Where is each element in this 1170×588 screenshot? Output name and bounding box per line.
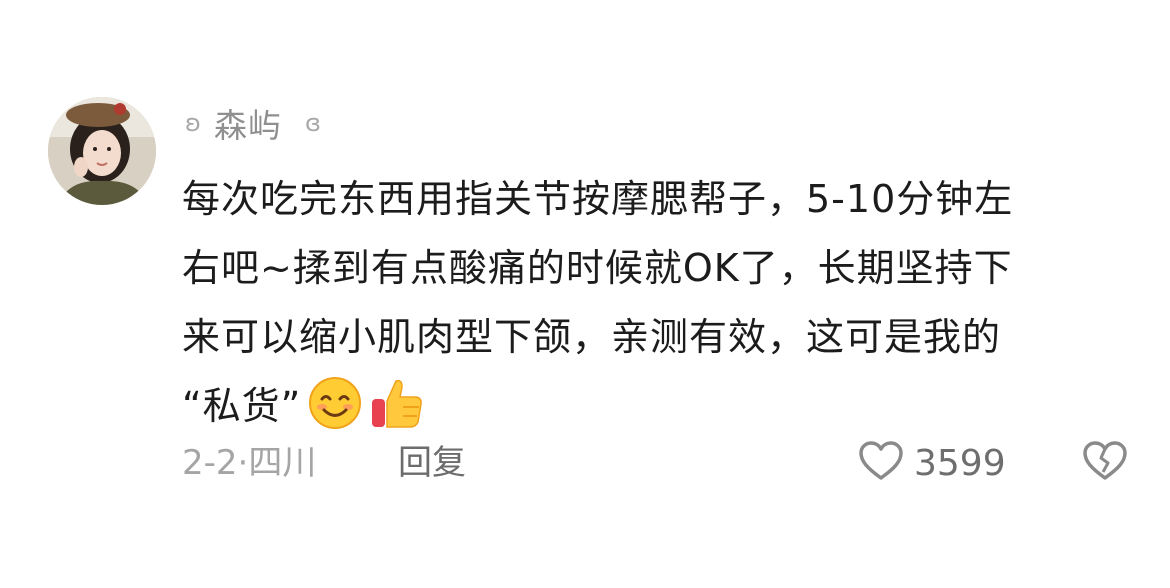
smiling-face-icon bbox=[307, 375, 363, 431]
comment-footer: 2-2·四川 回复 3599 bbox=[182, 438, 1132, 488]
comment-text: 每次吃完东西用指关节按摩腮帮子，5-10分钟左 右吧~揉到有点酸痛的时候就OK了… bbox=[182, 165, 1132, 441]
broken-heart-icon bbox=[1082, 440, 1128, 486]
badge-icon: ɞ bbox=[305, 109, 321, 137]
dislike-button[interactable] bbox=[1082, 438, 1128, 488]
comment-location: 四川 bbox=[248, 443, 317, 483]
comment-line: 来可以缩小肌肉型下颌，亲测有效，这可是我的 bbox=[182, 315, 1002, 359]
heart-icon bbox=[858, 440, 904, 486]
comment-line: “私货” bbox=[182, 384, 302, 428]
thumbs-up-icon bbox=[369, 375, 425, 431]
avatar[interactable] bbox=[48, 97, 156, 205]
like-button[interactable]: 3599 bbox=[858, 438, 1006, 488]
comment-line: 右吧~揉到有点酸痛的时候就OK了，长期坚持下 bbox=[182, 246, 1013, 290]
reply-button[interactable]: 回复 bbox=[398, 438, 466, 488]
comment-date: 2-2· bbox=[182, 443, 249, 483]
comment-line-last: “私货” bbox=[182, 372, 1132, 441]
comment-header: ʚ 森屿 ɞ bbox=[182, 100, 324, 146]
comment-line: 每次吃完东西用指关节按摩腮帮子，5-10分钟左 bbox=[182, 177, 1014, 221]
username[interactable]: 森屿 bbox=[214, 99, 282, 147]
level-icon: ʚ bbox=[185, 109, 201, 137]
comment-item: ʚ 森屿 ɞ 每次吃完东西用指关节按摩腮帮子，5-10分钟左 右吧~揉到有点酸痛… bbox=[0, 0, 1170, 588]
comment-meta: 2-2·四川 bbox=[182, 438, 316, 488]
like-count: 3599 bbox=[914, 442, 1006, 484]
